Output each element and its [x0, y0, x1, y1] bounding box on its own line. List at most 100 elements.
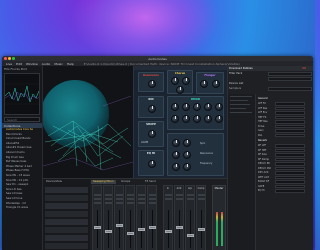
menu-live[interactable]: Live	[6, 62, 12, 66]
param-value[interactable]	[275, 162, 305, 166]
reverb-damp-knob[interactable]	[182, 103, 190, 111]
channel-strip-comp: Comp	[196, 185, 206, 250]
filter-pack-label: Filter Pack	[229, 72, 243, 75]
param-value[interactable]	[275, 115, 305, 120]
param-value[interactable]	[275, 133, 305, 138]
secondary-field[interactable]	[268, 77, 312, 81]
filter-pack-field[interactable]	[268, 72, 312, 76]
device-list-label: Device List	[229, 82, 244, 85]
param-row: Pan	[258, 134, 310, 138]
param-value[interactable]	[275, 171, 305, 175]
channel-strip	[125, 185, 135, 250]
param-value[interactable]	[275, 148, 305, 153]
param-value[interactable]	[275, 120, 305, 124]
channel-fader[interactable]	[198, 228, 205, 231]
param-row: LPF F0	[258, 102, 310, 106]
effects-plugin: Resonance Chorus Flanger RIN RMOD SHAPE …	[133, 66, 228, 178]
list-item[interactable]: Triangle C1 wave	[2, 206, 42, 211]
tab-sweeping-moon[interactable]: Sweeping Moon	[91, 180, 116, 184]
tab-fx-send[interactable]: FX Send	[143, 180, 158, 184]
strip-name: Arp	[188, 187, 192, 190]
param-row: RF Size	[258, 153, 310, 157]
chorus-depth-knob[interactable]	[182, 77, 190, 85]
param-row: RF LPF	[258, 144, 310, 148]
reverb-dry-knob[interactable]	[215, 115, 223, 123]
param-row: HPF F0	[258, 116, 310, 120]
param-row: Gain	[258, 129, 310, 133]
param-value[interactable]	[275, 124, 305, 129]
inspector-status[interactable]: ON	[302, 67, 306, 71]
param-value[interactable]	[275, 111, 305, 115]
channel-fader[interactable]	[138, 228, 145, 231]
chorus-mix-knob[interactable]	[176, 86, 184, 94]
reverb-decay-knob[interactable]	[215, 103, 223, 111]
master-meter-right	[221, 212, 223, 246]
tab-groups[interactable]: Groups	[119, 180, 132, 184]
section-generic[interactable]: Generic	[258, 97, 268, 101]
menu-audio[interactable]: Audio	[42, 62, 51, 66]
spin-b-knob[interactable]	[183, 139, 191, 147]
tab-device-view[interactable]: Device/View	[44, 180, 64, 184]
reverb-wet-knob[interactable]	[204, 115, 212, 123]
param-value[interactable]	[275, 189, 305, 193]
reverb-low-knob[interactable]	[171, 115, 179, 123]
reverb-width-knob[interactable]	[193, 103, 201, 111]
param-value[interactable]	[275, 106, 305, 111]
param-value[interactable]	[275, 166, 305, 171]
eq-high-knob[interactable]	[148, 160, 156, 168]
reverb-high-knob[interactable]	[182, 115, 190, 123]
flanger-rate-knob[interactable]	[200, 80, 208, 88]
spin-c-knob[interactable]	[172, 151, 180, 159]
spin-d-knob[interactable]	[183, 151, 191, 159]
param-value[interactable]	[275, 102, 305, 106]
param-row: RF Damp	[258, 158, 310, 162]
channel-fader[interactable]	[176, 226, 183, 229]
reverb-module: RMOD	[167, 96, 224, 130]
menu-edit[interactable]: Edit	[16, 62, 22, 66]
channel-fader[interactable]	[94, 226, 101, 229]
reverb-in-knob[interactable]	[148, 105, 156, 113]
param-value[interactable]	[275, 175, 305, 180]
channel-fader[interactable]	[149, 226, 156, 229]
menu-music[interactable]: Music	[54, 62, 63, 66]
menu-window[interactable]: Window	[26, 62, 38, 66]
spin-module: Spin Resonance Frequency	[167, 133, 224, 176]
samplers-field[interactable]	[268, 87, 312, 91]
reverb-predelay-knob[interactable]	[204, 103, 212, 111]
spin-a-knob[interactable]	[172, 139, 180, 147]
wave-visualizer[interactable]	[43, 66, 133, 178]
inspector-tree	[228, 94, 256, 250]
flanger-depth-knob[interactable]	[212, 80, 220, 88]
channel-fader[interactable]	[116, 224, 123, 227]
low-band-label: LOWB	[141, 141, 149, 144]
channel-strip	[92, 185, 102, 250]
chorus-rate-knob[interactable]	[171, 77, 179, 85]
section-reverb[interactable]: Reverb	[258, 139, 267, 143]
spin-f-knob[interactable]	[183, 163, 191, 171]
drive-knob[interactable]	[148, 80, 156, 88]
reverb-size-knob[interactable]	[171, 103, 179, 111]
param-value[interactable]	[275, 184, 305, 189]
param-value[interactable]	[275, 180, 305, 184]
param-value[interactable]	[275, 144, 305, 148]
param-value[interactable]	[275, 129, 305, 133]
daw-window: Audiomodes Live Edit Window Audio Music …	[2, 56, 313, 250]
channel-strip	[147, 185, 157, 250]
param-row: EQ Hi	[258, 189, 310, 193]
param-value[interactable]	[275, 153, 305, 157]
channel-fader[interactable]	[105, 230, 112, 233]
spin-e-knob[interactable]	[172, 163, 180, 171]
shape-knob[interactable]	[148, 130, 156, 138]
param-value[interactable]	[275, 157, 305, 162]
drive-module-title: Resonance	[143, 73, 159, 77]
channel-fader[interactable]	[165, 230, 172, 233]
mixer-panel: Device/View Sweeping Moon Groups FX Send	[43, 178, 227, 250]
channel-fader[interactable]	[187, 234, 194, 237]
reverb-mod-knob[interactable]	[193, 115, 201, 123]
menu-help[interactable]: Help	[67, 62, 74, 66]
channel-fader[interactable]	[127, 232, 134, 235]
browser-search-input[interactable]: Search	[4, 117, 40, 122]
browser-panel: Fills Flocks Bird Search Collections Aud…	[2, 66, 43, 250]
param-row: LPF Res	[258, 107, 310, 111]
spin-label: Spin	[200, 142, 206, 145]
